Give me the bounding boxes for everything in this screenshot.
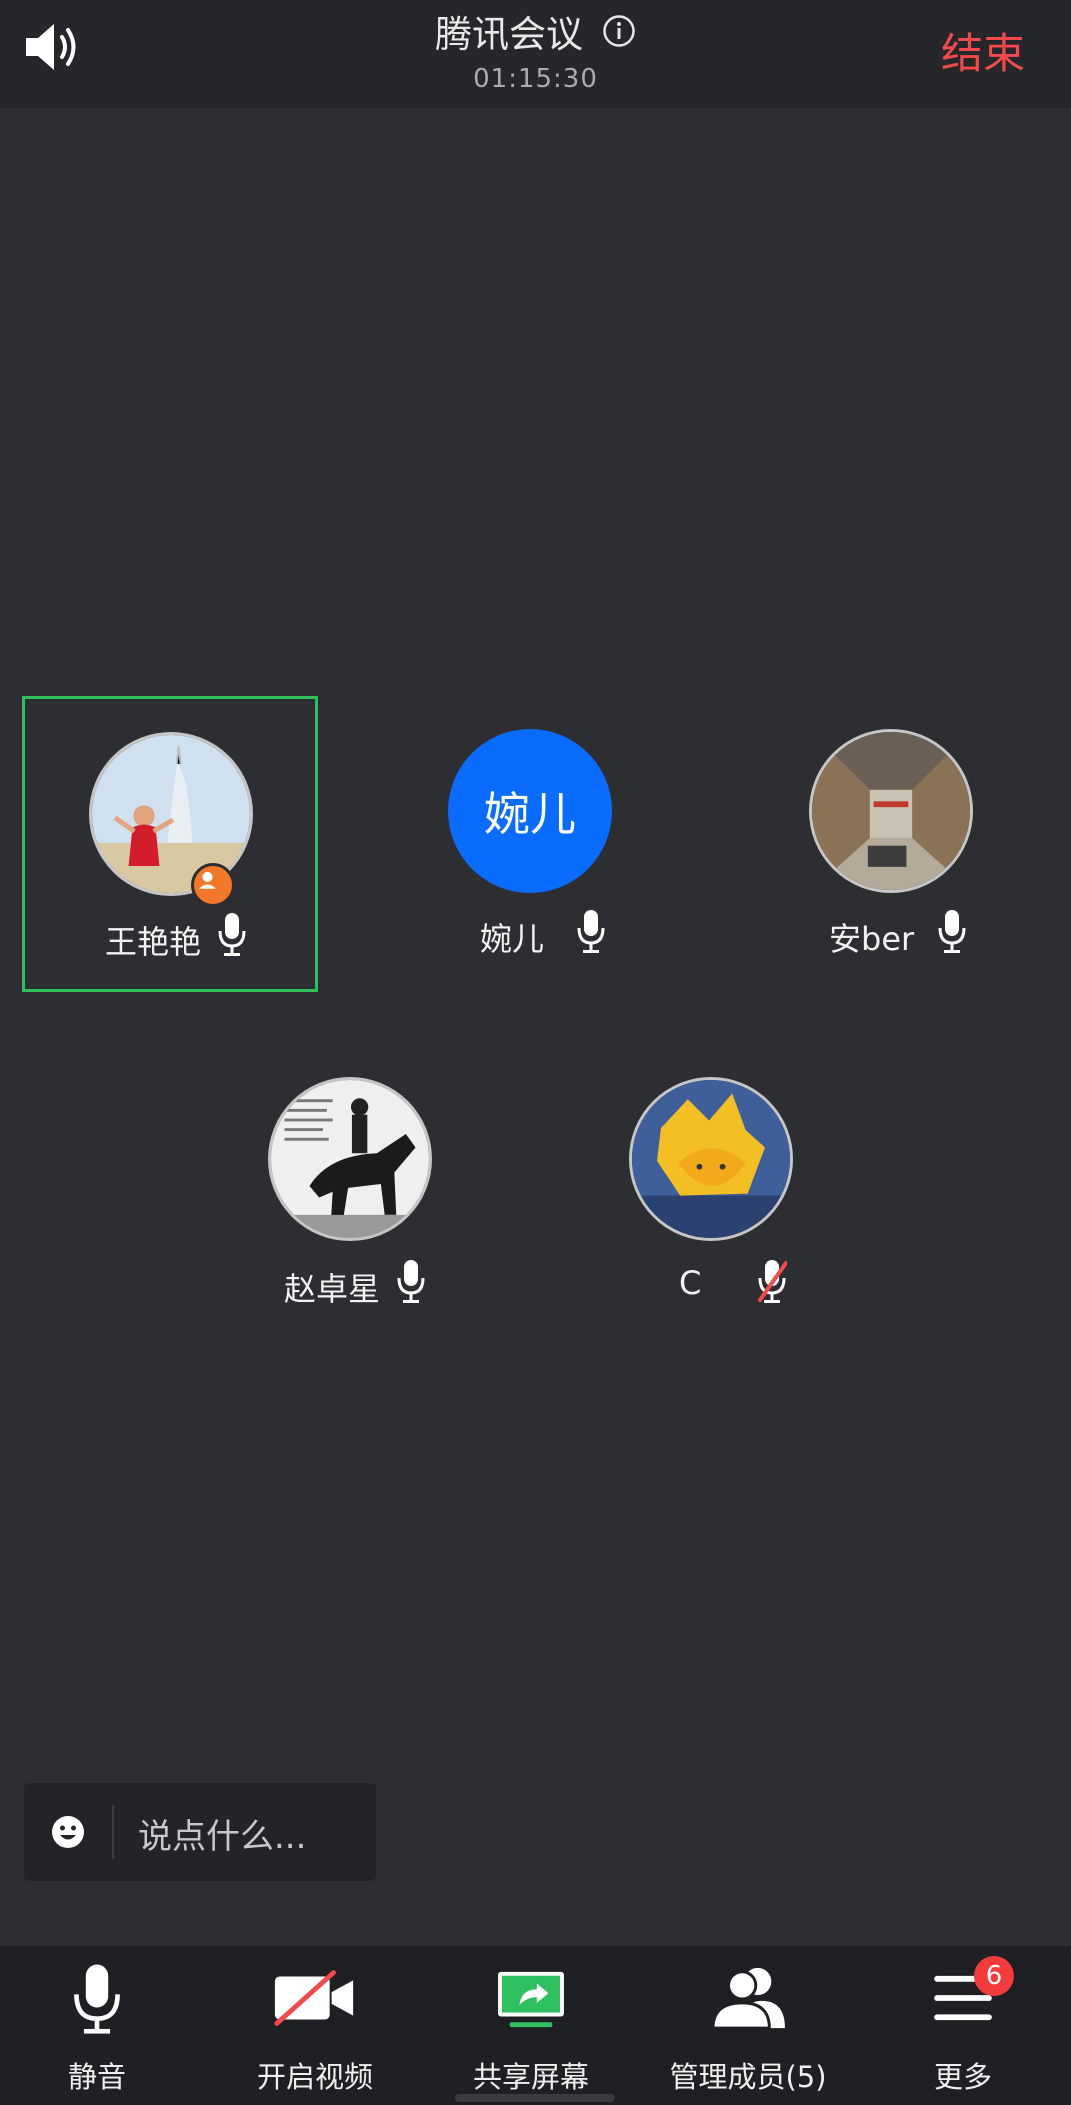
participant-tile[interactable]: 婉儿 婉儿 — [384, 696, 680, 992]
share-screen-icon — [494, 1968, 568, 2034]
meeting-timer: 01:15:30 — [473, 64, 598, 94]
bottom-toolbar: 静音 开启视频 共享屏幕 管理成员(5) 6 更多 — [0, 1946, 1071, 2105]
members-icon — [707, 1964, 789, 2036]
mic-on-icon — [396, 1260, 426, 1304]
chat-input-box[interactable]: 说点什么... — [24, 1783, 376, 1881]
avatar-initials: 婉儿 — [484, 787, 576, 841]
participant-name: 王艳艳 — [105, 923, 202, 961]
participant-name: 安ber — [829, 920, 915, 958]
participant-tile[interactable]: 安ber — [745, 696, 1041, 992]
participant-name: C — [679, 1264, 702, 1302]
meeting-title-area: 腾讯会议 01:15:30 — [0, 4, 1071, 94]
notification-badge: 6 — [974, 1956, 1014, 1996]
mute-button[interactable]: 静音 — [0, 1946, 202, 2105]
start-video-button[interactable]: 开启视频 — [210, 1946, 420, 2105]
participant-name: 婉儿 — [480, 920, 545, 958]
start-video-label: 开启视频 — [256, 2060, 373, 2094]
top-bar: 腾讯会议 01:15:30 结束 — [0, 0, 1071, 108]
more-button[interactable]: 6 更多 — [858, 1946, 1068, 2105]
home-indicator[interactable] — [455, 2094, 615, 2102]
avatar — [629, 1077, 793, 1241]
avatar — [809, 729, 973, 893]
manage-members-label: 管理成员(5) — [669, 2060, 827, 2094]
video-off-icon — [271, 1968, 359, 2032]
emoji-icon[interactable] — [50, 1814, 86, 1850]
avatar: 婉儿 — [448, 729, 612, 893]
share-screen-label: 共享屏幕 — [472, 2060, 589, 2094]
participant-tile-active-speaker[interactable]: 王艳艳 — [22, 696, 318, 992]
mute-label: 静音 — [67, 2060, 126, 2094]
participant-name: 赵卓星 — [284, 1270, 381, 1308]
mic-on-icon — [576, 910, 606, 954]
participant-tile[interactable]: 赵卓星 — [204, 1044, 500, 1340]
mic-muted-icon — [757, 1260, 788, 1304]
more-label: 更多 — [933, 2060, 992, 2094]
avatar — [268, 1077, 432, 1241]
microphone-icon — [69, 1962, 125, 2042]
host-badge-icon — [191, 863, 235, 907]
info-icon[interactable] — [602, 14, 636, 48]
share-screen-button[interactable]: 共享屏幕 — [426, 1946, 636, 2105]
participant-tile[interactable]: C — [565, 1044, 861, 1340]
mic-on-icon — [217, 913, 247, 957]
end-meeting-button[interactable]: 结束 — [941, 20, 1025, 81]
chat-placeholder: 说点什么... — [138, 1817, 307, 1857]
manage-members-button[interactable]: 管理成员(5) — [643, 1946, 853, 2105]
mic-on-icon — [937, 910, 967, 954]
divider — [112, 1805, 114, 1859]
meeting-title: 腾讯会议 — [434, 13, 583, 56]
